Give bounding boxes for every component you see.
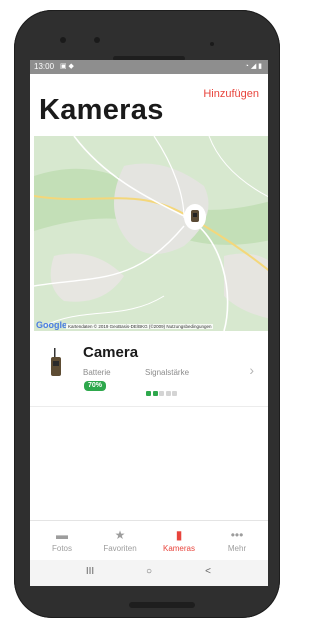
tab-kameras[interactable]: ▮ Kameras [151,527,207,553]
camera-lens [60,37,66,43]
signal-bar [146,391,151,396]
star-icon: ★ [114,528,126,542]
camera-list-item[interactable]: Camera Batterie Signalstärke 70% › [30,338,268,402]
map-credits[interactable]: Kartendaten © 2019 GeoBasis-DE/BKG (©200… [66,324,214,329]
sensor-dot [94,37,100,43]
signal-bar [172,391,177,396]
sensor-dot-right [210,42,214,46]
google-logo: Google [36,320,67,330]
signal-bar [152,391,158,396]
recent-apps-button[interactable]: III [80,566,100,577]
battery-badge: 70% [84,381,107,391]
tab-label: Fotos [51,544,72,553]
photos-icon: ▬ [56,528,68,542]
camera-icon: ▮ [175,528,183,542]
camera-map-marker[interactable] [186,206,204,228]
notification-icons: ▣ ◆ [60,63,74,70]
tab-label: Mehr [227,544,247,553]
chevron-right-icon: › [249,362,254,378]
map-canvas [34,136,268,331]
camera-map[interactable]: Google Kartendaten © 2019 GeoBasis-DE/BK… [34,136,268,331]
trail-camera-icon [51,348,61,376]
system-icons: ◔ ◢ ▮ [244,63,262,70]
status-time: 13:00 [34,62,55,71]
bottom-tab-bar: ▬ Fotos ★ Favoriten ▮ Kameras ••• Mehr [30,520,268,561]
marker-camera-icon [191,210,199,222]
camera-name: Camera [83,344,139,361]
home-button[interactable]: ○ [139,566,159,577]
more-icon: ••• [230,528,244,542]
tab-favoriten[interactable]: ★ Favoriten [92,527,148,553]
signal-strength-bars [146,383,179,396]
page-title: Kameras [39,94,164,126]
signal-bar [159,391,164,396]
battery-label: Batterie [83,368,111,377]
list-divider [30,406,268,407]
tab-mehr[interactable]: ••• Mehr [209,527,265,553]
tab-label: Favoriten [103,544,137,553]
app-screen: 13:00 ▣ ◆ ◔ ◢ ▮ Kameras Hinzufügen Googl [30,60,268,586]
status-bar: 13:00 ▣ ◆ ◔ ◢ ▮ [30,60,268,74]
system-nav-bar: III ○ < [30,560,268,586]
signal-bar [165,391,171,396]
tab-label: Kameras [162,544,195,553]
bottom-grille [129,602,195,608]
tab-fotos[interactable]: ▬ Fotos [34,527,90,553]
back-button[interactable]: < [198,566,218,577]
signal-label: Signalstärke [145,368,190,377]
add-camera-button[interactable]: Hinzufügen [203,88,259,100]
